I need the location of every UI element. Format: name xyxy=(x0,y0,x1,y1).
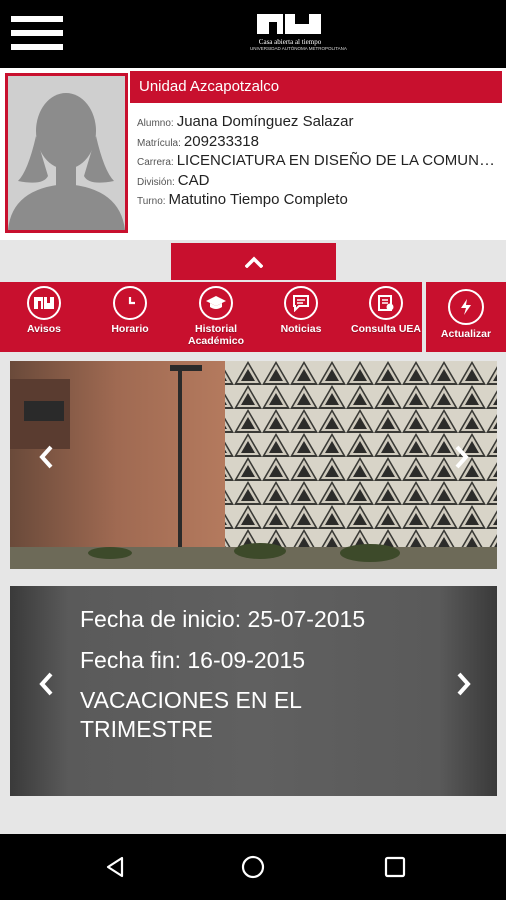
menu-historial-academico[interactable]: Historial Académico xyxy=(174,282,258,352)
menu-historial-label: Historial Académico xyxy=(187,323,245,347)
menu-actualizar[interactable]: Actualizar xyxy=(430,282,502,352)
logo-subtitle: UNIVERSIDAD AUTÓNOMA METROPOLITANA xyxy=(250,46,347,51)
collapse-profile-button[interactable] xyxy=(171,243,336,280)
event-next-button[interactable] xyxy=(444,664,484,704)
event-start-date: Fecha de inicio: 25-07-2015 xyxy=(80,606,366,632)
career-row: Carrera: LICENCIATURA EN DISEÑO DE LA COM… xyxy=(137,151,497,171)
shift-row: Turno: Matutino Tiempo Completo xyxy=(137,190,497,210)
event-title: VACACIONES EN EL TRIMESTRE xyxy=(80,687,302,742)
chevron-up-icon xyxy=(244,256,263,268)
menu-consulta-uea[interactable]: Consulta UEA xyxy=(350,282,422,352)
app-bar: Casa abierta al tiempo UNIVERSIDAD AUTÓN… xyxy=(0,0,506,68)
event-carousel[interactable]: Fecha de inicio: 25-07-2015 Fecha fin: 1… xyxy=(10,586,497,796)
menu-avisos[interactable]: Avisos xyxy=(8,282,80,352)
student-info: Alumno: Juana Domínguez Salazar Matrícula… xyxy=(137,112,497,210)
chevron-left-icon xyxy=(39,672,53,696)
shift-value: Matutino Tiempo Completo xyxy=(168,191,348,208)
logo-tagline: Casa abierta al tiempo xyxy=(258,38,322,46)
refresh-bolt-icon xyxy=(448,289,484,325)
student-name-label: Alumno: xyxy=(137,118,174,129)
back-button[interactable] xyxy=(100,852,130,882)
shift-label: Turno: xyxy=(137,196,166,207)
campus-building-photo xyxy=(10,361,497,569)
menu-noticias[interactable]: Noticias xyxy=(264,282,338,352)
student-id-value: 209233318 xyxy=(183,132,259,150)
menu-actualizar-label: Actualizar xyxy=(440,328,492,340)
career-value: LICENCIATURA EN DISEÑO DE LA COMUNICACIÓ… xyxy=(176,152,497,169)
graduation-cap-icon xyxy=(199,286,233,320)
student-name-value: Juana Domínguez Salazar xyxy=(176,113,354,130)
system-navigation-bar xyxy=(0,834,506,900)
chevron-right-icon xyxy=(457,672,471,696)
avatar xyxy=(5,73,128,233)
menu-divider xyxy=(422,282,426,352)
menu-horario[interactable]: Horario xyxy=(94,282,166,352)
student-id-label: Matrícula: xyxy=(137,137,181,149)
division-value: CAD xyxy=(177,171,210,189)
menu-noticias-label: Noticias xyxy=(280,323,322,335)
uam-logo-icon xyxy=(27,286,61,320)
carousel-prev-button[interactable] xyxy=(26,437,66,477)
menu-avisos-label: Avisos xyxy=(26,323,62,335)
chevron-left-icon xyxy=(39,445,53,469)
recents-button[interactable] xyxy=(380,852,410,882)
student-profile-card: Unidad Azcapotzalco Alumno: Juana Domíngu… xyxy=(0,68,506,240)
recents-square-icon xyxy=(384,856,406,878)
student-id-row: Matrícula: 209233318 xyxy=(137,132,497,152)
uam-logo-icon xyxy=(257,14,321,34)
career-label: Carrera: xyxy=(137,157,174,168)
home-button[interactable] xyxy=(238,852,268,882)
clock-icon xyxy=(113,286,147,320)
chevron-right-icon xyxy=(455,445,469,469)
unit-name: Unidad Azcapotzalco xyxy=(130,71,502,103)
main-menu: Avisos Horario Historial Académico Notic… xyxy=(0,282,506,352)
uam-logo: Casa abierta al tiempo UNIVERSIDAD AUTÓN… xyxy=(250,12,347,58)
hamburger-menu-icon[interactable] xyxy=(11,16,63,56)
event-end-date: Fecha fin: 16-09-2015 xyxy=(80,647,306,673)
photo-carousel[interactable] xyxy=(10,361,497,569)
back-triangle-icon xyxy=(106,856,124,878)
division-label: División: xyxy=(137,176,175,188)
document-icon xyxy=(369,286,403,320)
carousel-next-button[interactable] xyxy=(442,437,482,477)
menu-consulta-label: Consulta UEA xyxy=(350,323,421,335)
home-circle-icon xyxy=(241,855,265,879)
chat-bubble-icon xyxy=(284,286,318,320)
event-prev-button[interactable] xyxy=(26,664,66,704)
menu-horario-label: Horario xyxy=(111,323,149,335)
student-name-row: Alumno: Juana Domínguez Salazar xyxy=(137,112,497,132)
division-row: División: CAD xyxy=(137,171,497,191)
